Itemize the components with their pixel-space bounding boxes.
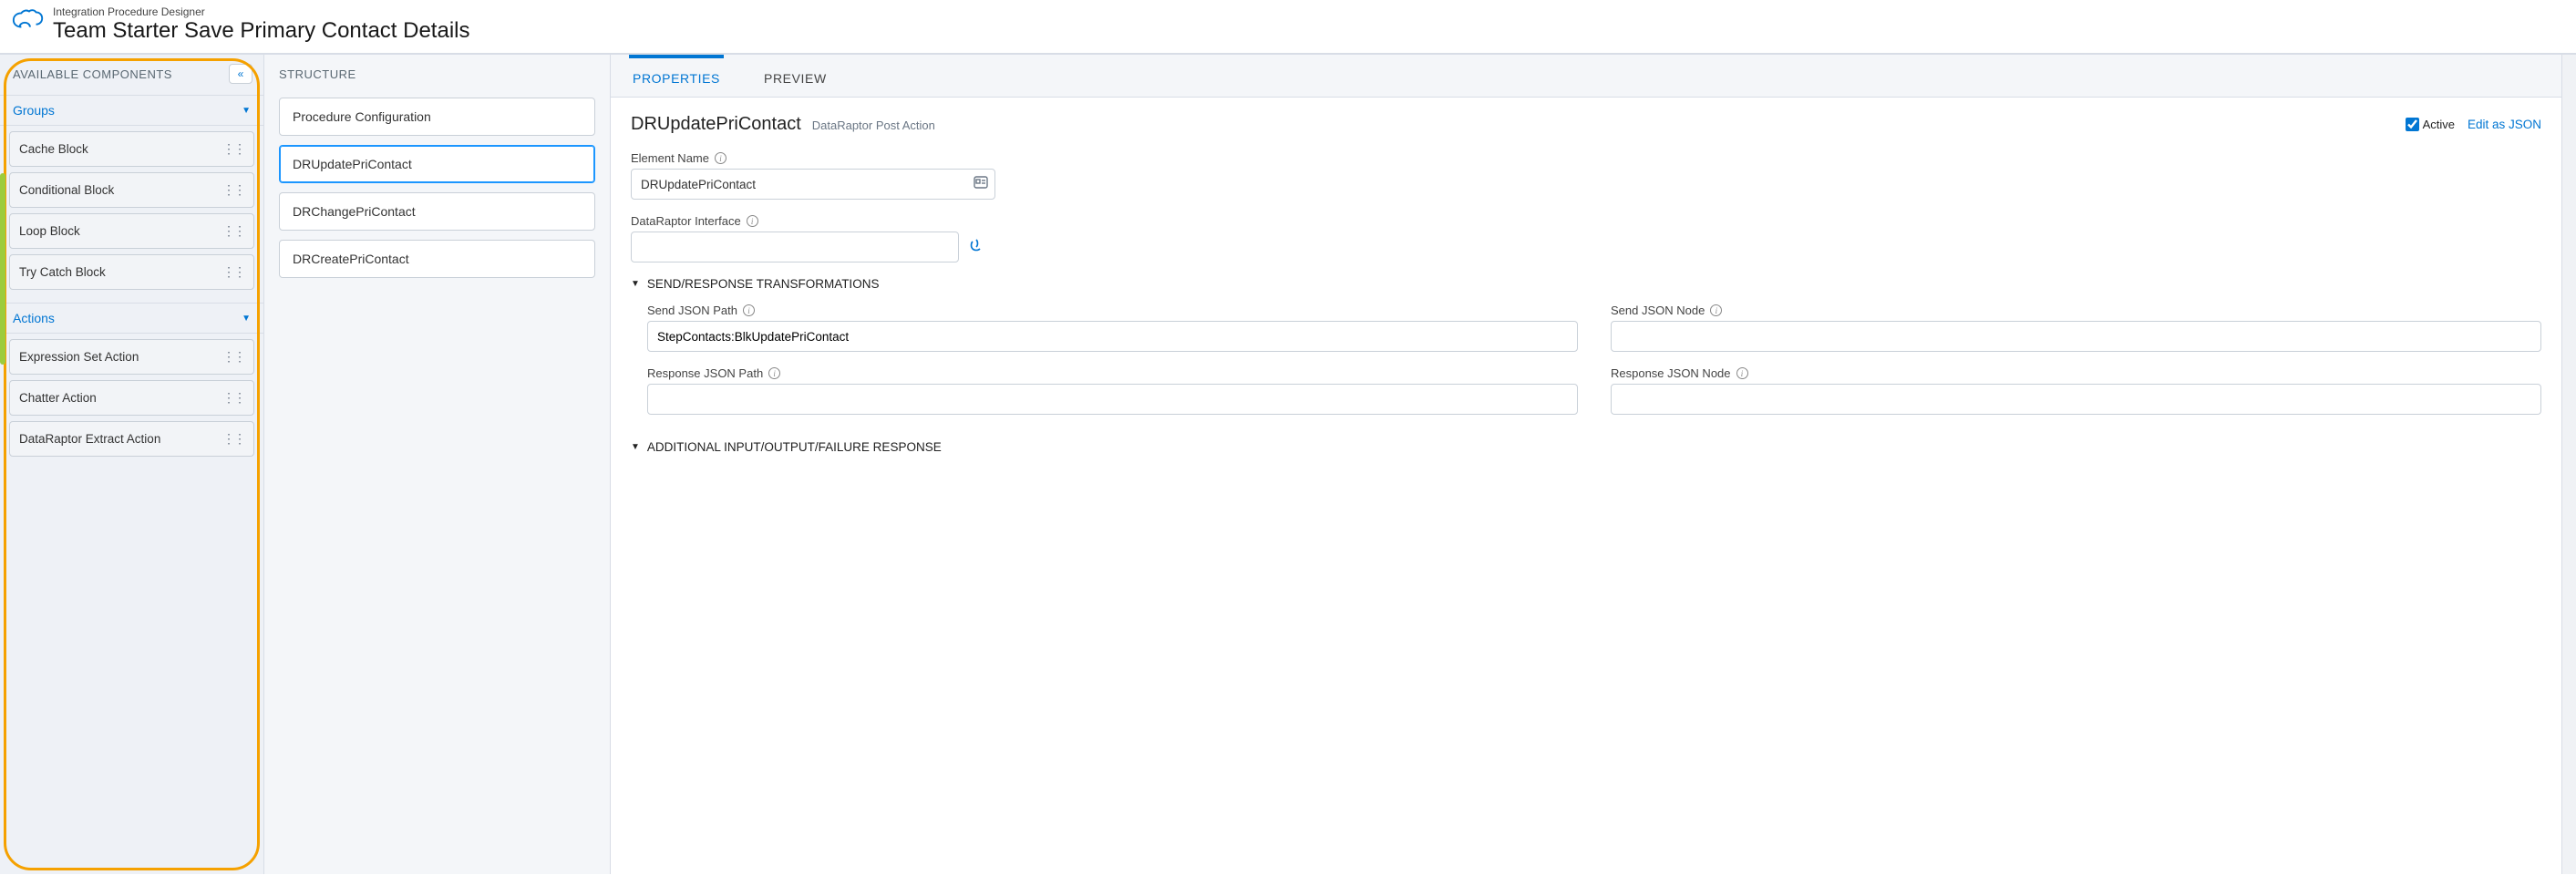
send-json-path-input[interactable] — [647, 321, 1578, 352]
open-link-icon[interactable] — [968, 239, 981, 256]
page-title: Team Starter Save Primary Contact Detail… — [53, 18, 470, 44]
info-icon[interactable]: i — [1710, 304, 1722, 316]
drag-handle-icon[interactable]: ⋮⋮ — [222, 390, 244, 406]
page-header: Integration Procedure Designer Team Star… — [0, 0, 2576, 54]
section-send-response-label: SEND/RESPONSE TRANSFORMATIONS — [647, 277, 880, 291]
selected-element-type: DataRaptor Post Action — [812, 118, 935, 132]
component-label: Loop Block — [19, 224, 80, 238]
properties-tab-bar: PROPERTIES PREVIEW — [611, 55, 2561, 98]
actions-section-header[interactable]: Actions ▼ — [0, 303, 263, 334]
triangle-down-icon: ▼ — [631, 442, 640, 452]
dr-interface-input[interactable] — [631, 232, 959, 262]
structure-item-procedure-config[interactable]: Procedure Configuration — [279, 98, 595, 136]
component-cache-block[interactable]: Cache Block ⋮⋮ — [9, 131, 254, 167]
component-label: Try Catch Block — [19, 265, 106, 279]
caret-down-icon: ▼ — [242, 314, 251, 324]
structure-panel: STRUCTURE Procedure Configuration DRUpda… — [264, 55, 611, 874]
scrollbar[interactable] — [2561, 55, 2576, 874]
component-label: DataRaptor Extract Action — [19, 432, 160, 446]
groups-section-label: Groups — [13, 103, 55, 118]
element-name-input[interactable] — [631, 169, 995, 200]
main-layout: AVAILABLE COMPONENTS « Groups ▼ Cache Bl… — [0, 54, 2576, 874]
component-conditional-block[interactable]: Conditional Block ⋮⋮ — [9, 172, 254, 208]
section-additional-io[interactable]: ▼ ADDITIONAL INPUT/OUTPUT/FAILURE RESPON… — [631, 440, 2541, 454]
actions-section-label: Actions — [13, 311, 55, 325]
structure-item-drcreatepricontact[interactable]: DRCreatePriContact — [279, 240, 595, 278]
structure-header-label: STRUCTURE — [264, 55, 610, 94]
info-icon[interactable]: i — [768, 367, 780, 379]
properties-panel: PROPERTIES PREVIEW DRUpdatePriContact Da… — [611, 55, 2561, 874]
active-checkbox-wrapper[interactable]: Active — [2406, 118, 2455, 131]
groups-section-header[interactable]: Groups ▼ — [0, 95, 263, 126]
send-json-node-input[interactable] — [1611, 321, 2541, 352]
drag-handle-icon[interactable]: ⋮⋮ — [222, 223, 244, 239]
drag-handle-icon[interactable]: ⋮⋮ — [222, 182, 244, 198]
send-json-node-label: Send JSON Node — [1611, 304, 1705, 317]
drag-handle-icon[interactable]: ⋮⋮ — [222, 431, 244, 447]
response-json-path-input[interactable] — [647, 384, 1578, 415]
component-chatter-action[interactable]: Chatter Action ⋮⋮ — [9, 380, 254, 416]
header-eyebrow: Integration Procedure Designer — [53, 5, 470, 18]
element-name-label: Element Name — [631, 151, 709, 165]
chevron-double-left-icon: « — [238, 67, 244, 80]
id-card-icon[interactable] — [974, 176, 988, 193]
edit-as-json-link[interactable]: Edit as JSON — [2468, 118, 2541, 131]
tab-preview[interactable]: PREVIEW — [760, 55, 830, 97]
component-expression-set-action[interactable]: Expression Set Action ⋮⋮ — [9, 339, 254, 375]
actions-list: Expression Set Action ⋮⋮ Chatter Action … — [0, 334, 263, 469]
green-accent-bar — [0, 173, 5, 365]
structure-list: Procedure Configuration DRUpdatePriConta… — [264, 94, 610, 282]
active-checkbox[interactable] — [2406, 118, 2419, 131]
available-components-panel: AVAILABLE COMPONENTS « Groups ▼ Cache Bl… — [0, 55, 264, 874]
dr-interface-label: DataRaptor Interface — [631, 214, 741, 228]
drag-handle-icon[interactable]: ⋮⋮ — [222, 264, 244, 280]
component-label: Chatter Action — [19, 391, 97, 405]
component-try-catch-block[interactable]: Try Catch Block ⋮⋮ — [9, 254, 254, 290]
selected-element-name: DRUpdatePriContact — [631, 114, 801, 135]
info-icon[interactable]: i — [747, 215, 758, 227]
cloud-logo-icon — [11, 7, 46, 42]
response-json-path-label: Response JSON Path — [647, 366, 763, 380]
active-label: Active — [2423, 118, 2455, 131]
groups-list: Cache Block ⋮⋮ Conditional Block ⋮⋮ Loop… — [0, 126, 263, 303]
section-send-response[interactable]: ▼ SEND/RESPONSE TRANSFORMATIONS — [631, 277, 2541, 291]
info-icon[interactable]: i — [1736, 367, 1748, 379]
info-icon[interactable]: i — [743, 304, 755, 316]
info-icon[interactable]: i — [715, 152, 726, 164]
structure-item-drupdatepricontact[interactable]: DRUpdatePriContact — [279, 145, 595, 183]
send-json-path-label: Send JSON Path — [647, 304, 737, 317]
tab-properties[interactable]: PROPERTIES — [629, 55, 724, 97]
caret-down-icon: ▼ — [242, 106, 251, 116]
section-additional-io-label: ADDITIONAL INPUT/OUTPUT/FAILURE RESPONSE — [647, 440, 942, 454]
collapse-panel-button[interactable]: « — [229, 64, 252, 84]
component-dataraptor-extract-action[interactable]: DataRaptor Extract Action ⋮⋮ — [9, 421, 254, 457]
structure-item-drchangepricontact[interactable]: DRChangePriContact — [279, 192, 595, 231]
component-label: Expression Set Action — [19, 350, 139, 364]
available-components-label: AVAILABLE COMPONENTS — [13, 67, 172, 81]
component-loop-block[interactable]: Loop Block ⋮⋮ — [9, 213, 254, 249]
drag-handle-icon[interactable]: ⋮⋮ — [222, 141, 244, 157]
component-label: Cache Block — [19, 142, 88, 156]
triangle-down-icon: ▼ — [631, 279, 640, 289]
response-json-node-label: Response JSON Node — [1611, 366, 1731, 380]
component-label: Conditional Block — [19, 183, 114, 197]
response-json-node-input[interactable] — [1611, 384, 2541, 415]
drag-handle-icon[interactable]: ⋮⋮ — [222, 349, 244, 365]
